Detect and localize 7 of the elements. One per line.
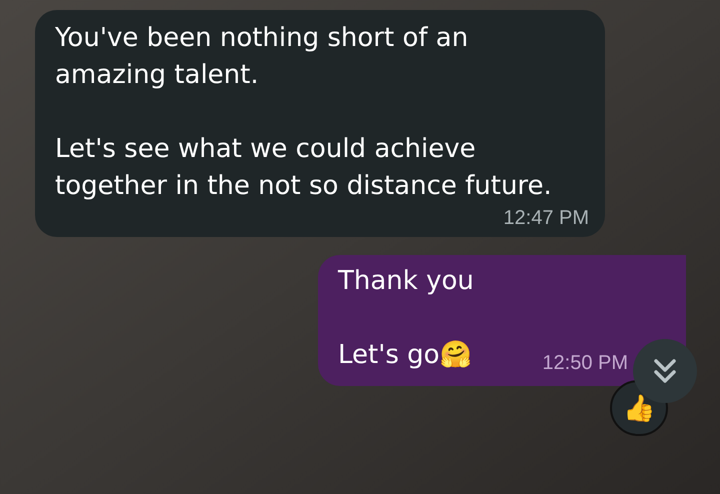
message-text: Let's see what we could achieve together in the not so distance future.: [55, 133, 553, 203]
message-time: 12:47 PM: [503, 206, 589, 231]
message-text: Thank you: [338, 265, 474, 298]
message-text: Let's go🤗: [338, 339, 472, 372]
message-text: You've been nothing short of an amazing talent.: [55, 22, 470, 92]
message-time: 12:50 PM: [542, 352, 628, 374]
double-chevron-down-icon: [652, 357, 678, 385]
